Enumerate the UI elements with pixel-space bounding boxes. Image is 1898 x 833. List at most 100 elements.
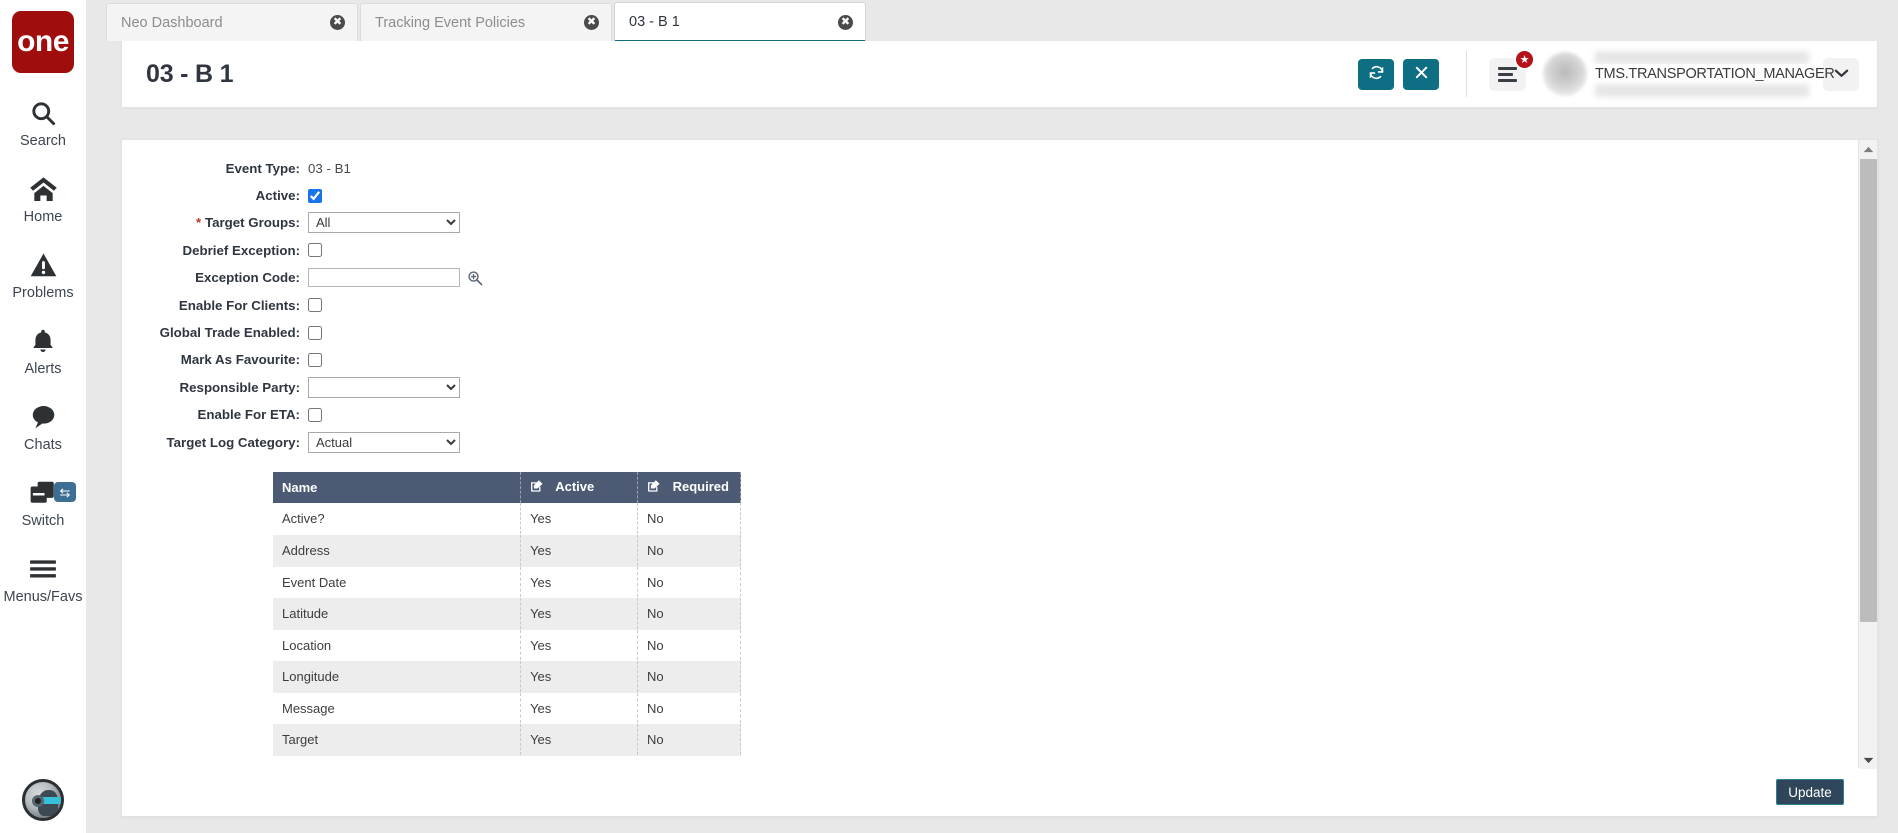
brand-logo[interactable]: one — [12, 11, 74, 73]
sidebar-item-alerts[interactable]: Alerts — [0, 324, 86, 377]
update-button[interactable]: Update — [1776, 779, 1844, 805]
warning-triangle-icon — [30, 248, 57, 282]
menu-favorites-button[interactable]: ★ — [1489, 48, 1535, 91]
home-icon — [29, 172, 58, 206]
column-header-name[interactable]: Name — [273, 472, 522, 504]
close-circle-icon[interactable]: ✖ — [838, 14, 853, 30]
sidebar-item-label: Menus/Favs — [3, 589, 83, 605]
form-label: Enable For Clients: — [178, 297, 300, 313]
refresh-button[interactable] — [1358, 58, 1394, 90]
sidebar-item-switch[interactable]: ⇆ Switch — [0, 476, 86, 529]
cell-required: No — [637, 566, 742, 599]
table-row[interactable]: Longitude Yes No — [273, 660, 742, 693]
sidebar-item-label: Switch — [21, 513, 65, 529]
form-label: Global Trade Enabled: — [159, 325, 300, 341]
form-row-target-groups: * Target Groups: All — [122, 212, 1860, 234]
sidebar-item-menus-favs[interactable]: Menus/Favs — [0, 552, 86, 605]
form-label: Active: — [255, 188, 300, 204]
edit-pencil-icon[interactable] — [647, 479, 661, 496]
bell-icon — [30, 324, 56, 358]
exception-code-input[interactable] — [308, 268, 460, 288]
form-label: * Target Groups: — [122, 215, 308, 230]
edit-pencil-icon[interactable] — [530, 479, 544, 496]
swap-arrows-icon[interactable]: ⇆ — [54, 482, 76, 502]
target-groups-select[interactable]: All — [308, 212, 460, 234]
page-title: 03 - B 1 — [146, 59, 234, 88]
close-circle-icon[interactable]: ✖ — [584, 15, 599, 30]
table-body: Active? Yes No Address Yes No Event Date… — [273, 503, 742, 756]
form-label: Mark As Favourite: — [180, 352, 300, 368]
cell-required: No — [637, 660, 742, 693]
sidebar-item-home[interactable]: Home — [0, 172, 86, 225]
hamburger-icon — [29, 552, 57, 586]
table-row[interactable]: Latitude Yes No — [273, 597, 742, 630]
caret-down-icon — [1863, 757, 1874, 764]
table-row[interactable]: Location Yes No — [273, 629, 742, 662]
header-actions: ★ TMS.TRANSPORTATION_MANAGER — [1349, 48, 1859, 97]
form-row-responsible-party: Responsible Party: — [122, 376, 1860, 398]
cell-required: No — [637, 534, 742, 567]
chat-bubble-icon — [29, 400, 57, 434]
cell-name: Longitude — [273, 660, 522, 693]
cell-name: Location — [273, 629, 522, 662]
scroll-down-button[interactable] — [1859, 751, 1878, 769]
menu-lines-icon — [1498, 66, 1517, 82]
enable-for-eta-checkbox[interactable] — [308, 407, 322, 422]
form-row-global-trade-enabled: Global Trade Enabled: — [122, 321, 1860, 343]
form-label: Event Type: — [225, 160, 300, 176]
cell-required: No — [637, 629, 742, 662]
close-circle-icon[interactable]: ✖ — [330, 15, 345, 30]
scroll-up-button[interactable] — [1859, 140, 1878, 158]
mark-as-favourite-checkbox[interactable] — [308, 352, 322, 367]
column-header-active[interactable]: Active — [520, 472, 638, 504]
sidebar-item-label: Search — [20, 133, 66, 149]
chevron-down-icon — [1834, 65, 1849, 83]
target-log-category-select[interactable]: Actual — [308, 431, 460, 453]
global-trade-enabled-checkbox[interactable] — [308, 325, 322, 340]
event-policy-form: Event Type: 03 - B1 Active: * Target Gro… — [122, 140, 1860, 453]
left-sidebar: one Search Home Problems Alerts Chats ⇆ … — [0, 0, 86, 833]
cell-active: Yes — [520, 660, 638, 693]
user-blur-bottom — [1595, 84, 1809, 97]
user-info-block[interactable]: TMS.TRANSPORTATION_MANAGER — [1595, 51, 1835, 97]
card-footer: Update — [122, 768, 1860, 816]
tab-bar: Neo Dashboard ✖ Tracking Event Policies … — [86, 0, 1898, 43]
refresh-icon — [1368, 64, 1385, 84]
table-row[interactable]: Message Yes No — [273, 692, 742, 725]
event-fields-table: Name Active Required Active? Yes No Addr… — [273, 472, 742, 756]
avatar[interactable] — [1543, 52, 1587, 96]
tab-tracking-event-policies[interactable]: Tracking Event Policies ✖ — [360, 3, 612, 41]
star-icon: ★ — [1514, 48, 1535, 70]
cell-name: Target — [273, 723, 522, 756]
table-row[interactable]: Target Yes No — [273, 723, 742, 756]
cell-required: No — [637, 597, 742, 630]
magnifier-plus-icon[interactable] — [467, 270, 483, 286]
table-row[interactable]: Active? Yes No — [273, 503, 742, 536]
responsible-party-select[interactable] — [308, 376, 460, 398]
tab-03-b-1[interactable]: 03 - B 1 ✖ — [614, 2, 866, 43]
close-x-icon — [1414, 65, 1429, 83]
vertical-scrollbar[interactable] — [1858, 140, 1877, 769]
scrollbar-thumb[interactable] — [1860, 159, 1877, 622]
tab-neo-dashboard[interactable]: Neo Dashboard ✖ — [106, 3, 358, 41]
sidebar-item-problems[interactable]: Problems — [0, 248, 86, 301]
table-header-row: Name Active Required — [273, 472, 742, 504]
sidebar-item-label: Chats — [24, 437, 62, 453]
sidebar-item-chats[interactable]: Chats — [0, 400, 86, 453]
debrief-exception-checkbox[interactable] — [308, 243, 322, 258]
active-checkbox[interactable] — [308, 188, 322, 203]
form-label: Target Log Category: — [166, 434, 300, 450]
close-page-button[interactable] — [1403, 58, 1439, 90]
assistant-avatar-icon[interactable] — [22, 779, 64, 821]
sidebar-item-search[interactable]: Search — [0, 96, 86, 149]
header-divider — [1466, 51, 1467, 97]
column-header-required[interactable]: Required — [637, 472, 742, 504]
cell-name: Latitude — [273, 597, 522, 630]
tab-label: Neo Dashboard — [121, 14, 223, 31]
cell-active: Yes — [520, 503, 638, 536]
application-window: one Search Home Problems Alerts Chats ⇆ … — [0, 0, 1898, 833]
enable-for-clients-checkbox[interactable] — [308, 298, 322, 313]
table-row[interactable]: Address Yes No — [273, 534, 742, 567]
user-name: TMS.TRANSPORTATION_MANAGER — [1595, 64, 1835, 84]
table-row[interactable]: Event Date Yes No — [273, 566, 742, 599]
